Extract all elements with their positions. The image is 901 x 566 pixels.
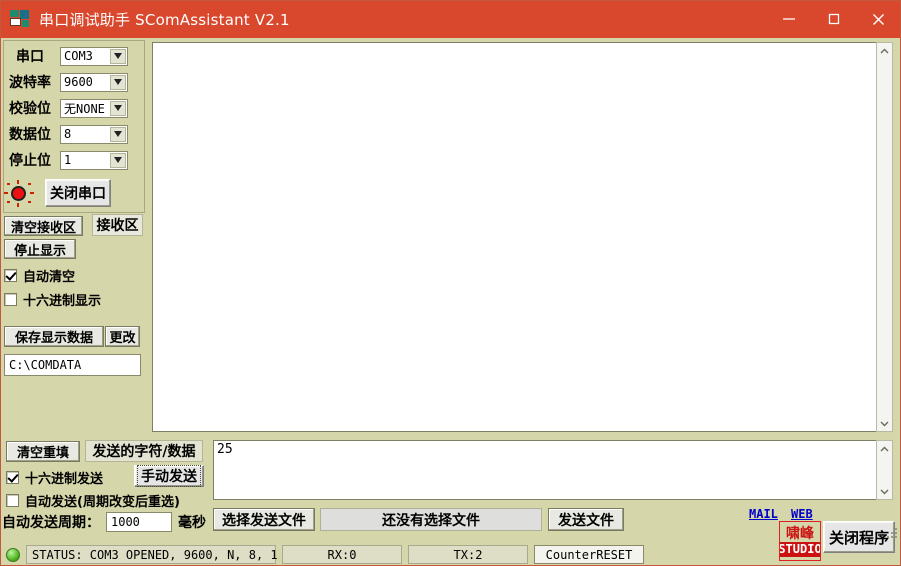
port-led-icon <box>0 178 40 208</box>
green-status-led-icon <box>6 547 20 562</box>
counter-reset-button[interactable]: CounterRESET <box>534 545 644 564</box>
manual-send-label: 手动发送 <box>137 465 201 487</box>
window-title: 串口调试助手 SComAssistant V2.1 <box>39 10 290 29</box>
receive-text <box>153 43 893 47</box>
hex-display-label: 十六进制显示 <box>23 293 102 309</box>
chevron-down-icon[interactable] <box>877 415 892 431</box>
status-text: STATUS: COM3 OPENED, 9600, N, 8, 1 <box>26 545 278 564</box>
chevron-down-icon[interactable] <box>110 48 126 64</box>
port-status-row: 关闭串口 <box>0 176 142 210</box>
studio-logo-line1: 啸峰 <box>786 525 814 542</box>
send-controls: 清空重填 发送的字符/数据 十六进制发送 手动发送 自动发送(周期改变后重选) … <box>0 437 210 541</box>
serial-app-icon <box>10 10 30 28</box>
parity-value: 无NONE <box>64 101 105 116</box>
rx-counter: RX:0 <box>282 545 402 564</box>
auto-send-period-row: 自动发送周期： 1000 毫秒 <box>2 511 206 533</box>
setting-row-parity: 校验位 无NONE <box>0 95 142 121</box>
send-text-area[interactable]: 25 <box>213 440 877 500</box>
resize-grip[interactable] <box>884 526 898 540</box>
receive-scrollbar[interactable] <box>876 42 893 432</box>
chevron-down-icon[interactable] <box>110 152 126 168</box>
choose-file-button[interactable]: 选择发送文件 <box>213 508 315 531</box>
auto-send-label: 自动发送(周期改变后重选) <box>25 494 180 510</box>
setting-row-baud: 波特率 9600 <box>0 69 142 95</box>
setting-row-stopbits: 停止位 1 <box>0 147 142 173</box>
port-select[interactable]: COM3 <box>60 46 128 66</box>
stopbits-select[interactable]: 1 <box>60 150 128 170</box>
label-stopbits: 停止位 <box>9 153 51 169</box>
auto-clear-label: 自动清空 <box>23 269 76 285</box>
chevron-up-icon[interactable] <box>877 43 892 59</box>
maximize-icon[interactable] <box>811 0 856 38</box>
baud-value: 9600 <box>64 75 93 89</box>
label-parity: 校验位 <box>9 101 51 117</box>
tx-counter: TX:2 <box>408 545 528 564</box>
chevron-down-icon[interactable] <box>877 483 892 499</box>
databits-select[interactable]: 8 <box>60 124 128 144</box>
label-baud: 波特率 <box>9 75 51 91</box>
send-file-button[interactable]: 发送文件 <box>548 508 624 531</box>
hex-send-checkbox[interactable]: 十六进制发送 <box>6 468 104 487</box>
mail-link[interactable]: MAIL <box>749 507 778 521</box>
checkbox-box[interactable] <box>4 268 17 282</box>
save-display-data-button[interactable]: 保存显示数据 <box>4 326 104 347</box>
setting-row-port: 串口 COM3 <box>0 43 142 69</box>
status-bar: STATUS: COM3 OPENED, 9600, N, 8, 1 RX:0 … <box>0 543 901 566</box>
title-bar: 串口调试助手 SComAssistant V2.1 <box>0 0 901 38</box>
checkbox-box[interactable] <box>4 292 17 306</box>
label-databits: 数据位 <box>9 127 51 143</box>
chevron-down-icon[interactable] <box>110 126 126 142</box>
send-scrollbar[interactable] <box>876 440 893 500</box>
chevron-down-icon[interactable] <box>110 100 126 116</box>
label-port: 串口 <box>16 49 44 65</box>
baud-select[interactable]: 9600 <box>60 72 128 92</box>
stopbits-value: 1 <box>64 153 72 167</box>
setting-row-databits: 数据位 8 <box>0 121 142 147</box>
port-value: COM3 <box>64 49 93 63</box>
auto-send-checkbox[interactable]: 自动发送(周期改变后重选) <box>6 491 180 510</box>
send-text: 25 <box>217 442 233 457</box>
clear-receive-button[interactable]: 清空接收区 <box>4 216 83 236</box>
send-data-label: 发送的字符/数据 <box>85 440 203 462</box>
auto-clear-checkbox[interactable]: 自动清空 <box>4 266 76 285</box>
change-path-button[interactable]: 更改 <box>105 326 140 347</box>
hex-send-label: 十六进制发送 <box>25 471 104 487</box>
chevron-up-icon[interactable] <box>877 441 892 457</box>
file-status-label: 还没有选择文件 <box>320 508 542 531</box>
period-unit-label: 毫秒 <box>178 515 206 531</box>
receive-display-area[interactable] <box>152 42 893 432</box>
settings-panel: 串口 COM3 波特率 9600 校验位 无NONE 数据位 8 停止位 1 关… <box>0 38 150 434</box>
period-input[interactable]: 1000 <box>106 512 172 532</box>
receive-area-label: 接收区 <box>92 214 143 236</box>
close-port-button[interactable]: 关闭串口 <box>45 179 111 207</box>
close-icon[interactable] <box>856 0 901 38</box>
period-label: 自动发送周期： <box>2 515 100 531</box>
parity-select[interactable]: 无NONE <box>60 98 128 118</box>
checkbox-box[interactable] <box>6 470 19 484</box>
hex-display-checkbox[interactable]: 十六进制显示 <box>4 290 102 309</box>
web-link[interactable]: WEB <box>791 507 813 521</box>
manual-send-button[interactable]: 手动发送 <box>134 465 204 487</box>
minimize-icon[interactable] <box>766 0 811 38</box>
stop-display-button[interactable]: 停止显示 <box>4 239 76 259</box>
chevron-down-icon[interactable] <box>110 74 126 90</box>
app-window: 串口调试助手 SComAssistant V2.1 串口 COM3 波特率 96… <box>0 0 901 566</box>
databits-value: 8 <box>64 127 72 141</box>
save-path-input[interactable]: C:\COMDATA <box>4 354 141 376</box>
window-controls <box>766 0 901 38</box>
checkbox-box[interactable] <box>6 493 19 507</box>
clear-refill-button[interactable]: 清空重填 <box>6 441 80 462</box>
